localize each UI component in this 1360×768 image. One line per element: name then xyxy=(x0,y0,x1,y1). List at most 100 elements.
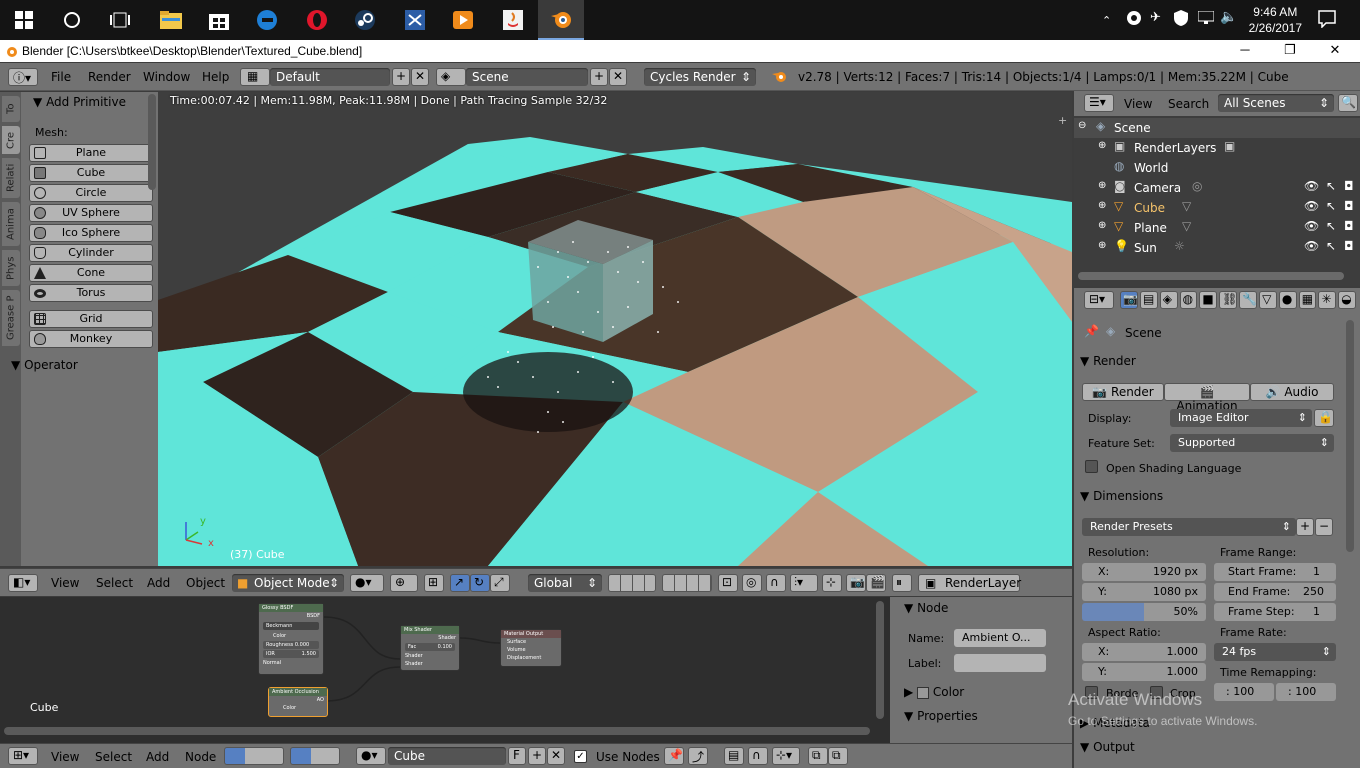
maximize-button[interactable]: ❐ xyxy=(1275,42,1305,58)
glossy-distribution-select[interactable]: Beckmann xyxy=(263,622,319,630)
opengl-render-icon[interactable]: 📷 xyxy=(846,574,866,592)
editor-type-info-icon[interactable]: ⓘ▾ xyxy=(8,68,38,86)
steam-icon[interactable] xyxy=(342,0,388,40)
selectable-arrow-icon[interactable]: ↖ xyxy=(1326,199,1336,213)
task-view-icon[interactable] xyxy=(104,4,136,36)
add-monkey-button[interactable]: Monkey xyxy=(29,330,153,348)
scene-tab-icon[interactable]: ◈ xyxy=(1159,291,1178,309)
outliner-row-renderlayers[interactable]: ⊕ ▣ RenderLayers ▣ xyxy=(1074,138,1360,158)
start-frame-field[interactable]: Start Frame: 1 xyxy=(1214,563,1336,581)
dimensions-section-header[interactable]: ▼ Dimensions xyxy=(1080,489,1163,503)
properties-section-header[interactable]: ▼ Properties xyxy=(904,709,978,723)
physics-tab-icon[interactable]: ◒ xyxy=(1338,291,1357,309)
output-section-header[interactable]: ▼ Output xyxy=(1080,740,1135,754)
node-name-field[interactable]: Ambient O... xyxy=(954,629,1046,647)
shader-object-type-toggle[interactable] xyxy=(290,747,340,765)
render-section-header[interactable]: ▼ Render xyxy=(1080,354,1136,368)
translate-manipulator-icon[interactable]: ↗ xyxy=(450,574,470,592)
glossy-bsdf-node[interactable]: Glossy BSDF BSDF Beckmann Color Roughnes… xyxy=(258,603,324,675)
properties-scrollbar[interactable] xyxy=(1346,320,1354,552)
glossy-normal-socket[interactable]: Normal xyxy=(259,659,323,667)
node-editor-hscrollbar[interactable] xyxy=(4,727,870,735)
pause-render-icon[interactable]: ⏸ xyxy=(892,574,912,592)
editor-type-properties-icon[interactable]: ⊟▾ xyxy=(1084,291,1114,309)
node-label-field[interactable] xyxy=(954,654,1046,672)
proportional-edit-icon[interactable]: ◎ xyxy=(742,574,762,592)
opera-icon[interactable] xyxy=(294,0,340,40)
volume-tray-icon[interactable]: 🔈 xyxy=(1220,9,1237,25)
selectable-arrow-icon[interactable]: ↖ xyxy=(1326,239,1336,253)
node-snap-icon[interactable]: ∩ xyxy=(748,747,768,765)
node-menu-add[interactable]: Add xyxy=(146,750,169,764)
add-primitive-header[interactable]: ▼ Add Primitive xyxy=(33,95,126,109)
clock[interactable]: 9:46 AM 2/26/2017 xyxy=(1249,4,1302,36)
tab-create[interactable]: Cre xyxy=(2,126,20,154)
manipulator-toggle-icon[interactable]: ⊞ xyxy=(424,574,444,592)
scene-remove-icon[interactable]: ✕ xyxy=(609,68,627,86)
output-displacement-socket[interactable]: Displacement xyxy=(501,654,561,662)
windows-start-icon[interactable] xyxy=(8,4,40,36)
animation-button[interactable]: 🎬 Animation xyxy=(1164,383,1250,413)
object-tab-icon[interactable]: ■ xyxy=(1199,291,1218,309)
menu-help[interactable]: Help xyxy=(202,70,229,84)
add-grid-button[interactable]: Grid xyxy=(29,310,153,328)
close-button[interactable]: ✕ xyxy=(1320,42,1350,58)
rotate-manipulator-icon[interactable]: ↻ xyxy=(470,574,490,592)
outliner-hscrollbar[interactable] xyxy=(1078,272,1344,280)
network-tray-icon[interactable] xyxy=(1197,10,1215,28)
resolution-y-field[interactable]: Y: 1080 px xyxy=(1082,583,1206,601)
layout-remove-icon[interactable]: ✕ xyxy=(411,68,429,86)
layout-field[interactable]: Default xyxy=(270,68,390,86)
material-remove-icon[interactable]: ✕ xyxy=(547,747,565,765)
visibility-eye-icon[interactable]: 👁 xyxy=(1304,219,1319,233)
mix-shader-input-2[interactable]: Shader xyxy=(401,660,459,668)
mix-shader-node[interactable]: Mix Shader Shader Fac 0.100 Shader Shader xyxy=(400,625,460,671)
expand-icon[interactable]: ⊕ xyxy=(1098,140,1106,151)
media-player-icon[interactable] xyxy=(440,0,486,40)
ambient-occlusion-node[interactable]: Ambient Occlusion AO Color xyxy=(268,687,328,717)
expand-icon[interactable]: ⊕ xyxy=(1098,220,1106,231)
outliner-row-scene[interactable]: ⊖ ◈ Scene xyxy=(1074,118,1360,138)
shader-type-toggle[interactable] xyxy=(224,747,284,765)
lock-camera-icon[interactable]: ⊡ xyxy=(718,574,738,592)
resolution-x-field[interactable]: X: 1920 px xyxy=(1082,563,1206,581)
world-tab-icon[interactable]: ◍ xyxy=(1179,291,1198,309)
outliner-row-camera[interactable]: ⊕ ◙ Camera ◎ 👁 ↖ ◘ xyxy=(1074,178,1360,198)
preset-add-icon[interactable]: + xyxy=(1296,518,1314,536)
material-name-field[interactable]: Cube xyxy=(388,747,506,765)
material-add-icon[interactable]: + xyxy=(528,747,546,765)
render-layers-tab-icon[interactable]: ▤ xyxy=(1140,291,1158,309)
snap-target-icon[interactable]: ⊹ xyxy=(822,574,842,592)
action-center-icon[interactable] xyxy=(1318,10,1336,31)
material-browse-icon[interactable]: ●▾ xyxy=(356,747,386,765)
tab-tools[interactable]: To xyxy=(2,96,20,122)
node-menu-node[interactable]: Node xyxy=(185,750,216,764)
glossy-ior-field[interactable]: IOR 1.500 xyxy=(263,650,319,658)
mix-fac-field[interactable]: Fac 0.100 xyxy=(405,643,455,651)
expand-icon[interactable]: ⊕ xyxy=(1098,180,1106,191)
tab-physics[interactable]: Phys xyxy=(2,250,20,286)
render-layer-select[interactable]: ▣ RenderLayer xyxy=(918,574,1021,592)
opengl-anim-icon[interactable]: 🎬 xyxy=(866,574,886,592)
blender-taskbar-icon[interactable] xyxy=(538,0,584,40)
add-circle-button[interactable]: Circle xyxy=(29,184,153,202)
render-presets-select[interactable]: Render Presets ⇕ xyxy=(1082,518,1296,536)
layers-row-1[interactable] xyxy=(608,574,656,592)
aspect-y-field[interactable]: Y: 1.000 xyxy=(1082,663,1206,681)
java-icon[interactable] xyxy=(490,0,536,40)
add-cube-button[interactable]: Cube xyxy=(29,164,153,182)
visibility-eye-icon[interactable]: 👁 xyxy=(1304,199,1319,213)
render-engine-select[interactable]: Cycles Render ⇕ xyxy=(644,68,756,86)
add-cylinder-button[interactable]: Cylinder xyxy=(29,244,153,262)
color-checkbox[interactable] xyxy=(917,686,930,699)
aspect-x-field[interactable]: X: 1.000 xyxy=(1082,643,1206,661)
menu-view[interactable]: View xyxy=(51,576,79,590)
menu-window[interactable]: Window xyxy=(143,70,190,84)
renderable-camera-icon[interactable]: ◘ xyxy=(1344,239,1354,253)
outliner-menu-view[interactable]: View xyxy=(1124,97,1152,111)
scene-field[interactable]: Scene xyxy=(466,68,588,86)
expand-icon[interactable]: ⊕ xyxy=(1098,200,1106,211)
tool-shelf-scrollbar[interactable] xyxy=(148,94,156,190)
node-editor-vscrollbar[interactable] xyxy=(876,601,884,719)
outliner-row-cube[interactable]: ⊕ ▽ Cube ▽ 👁 ↖ ◘ xyxy=(1074,198,1360,218)
